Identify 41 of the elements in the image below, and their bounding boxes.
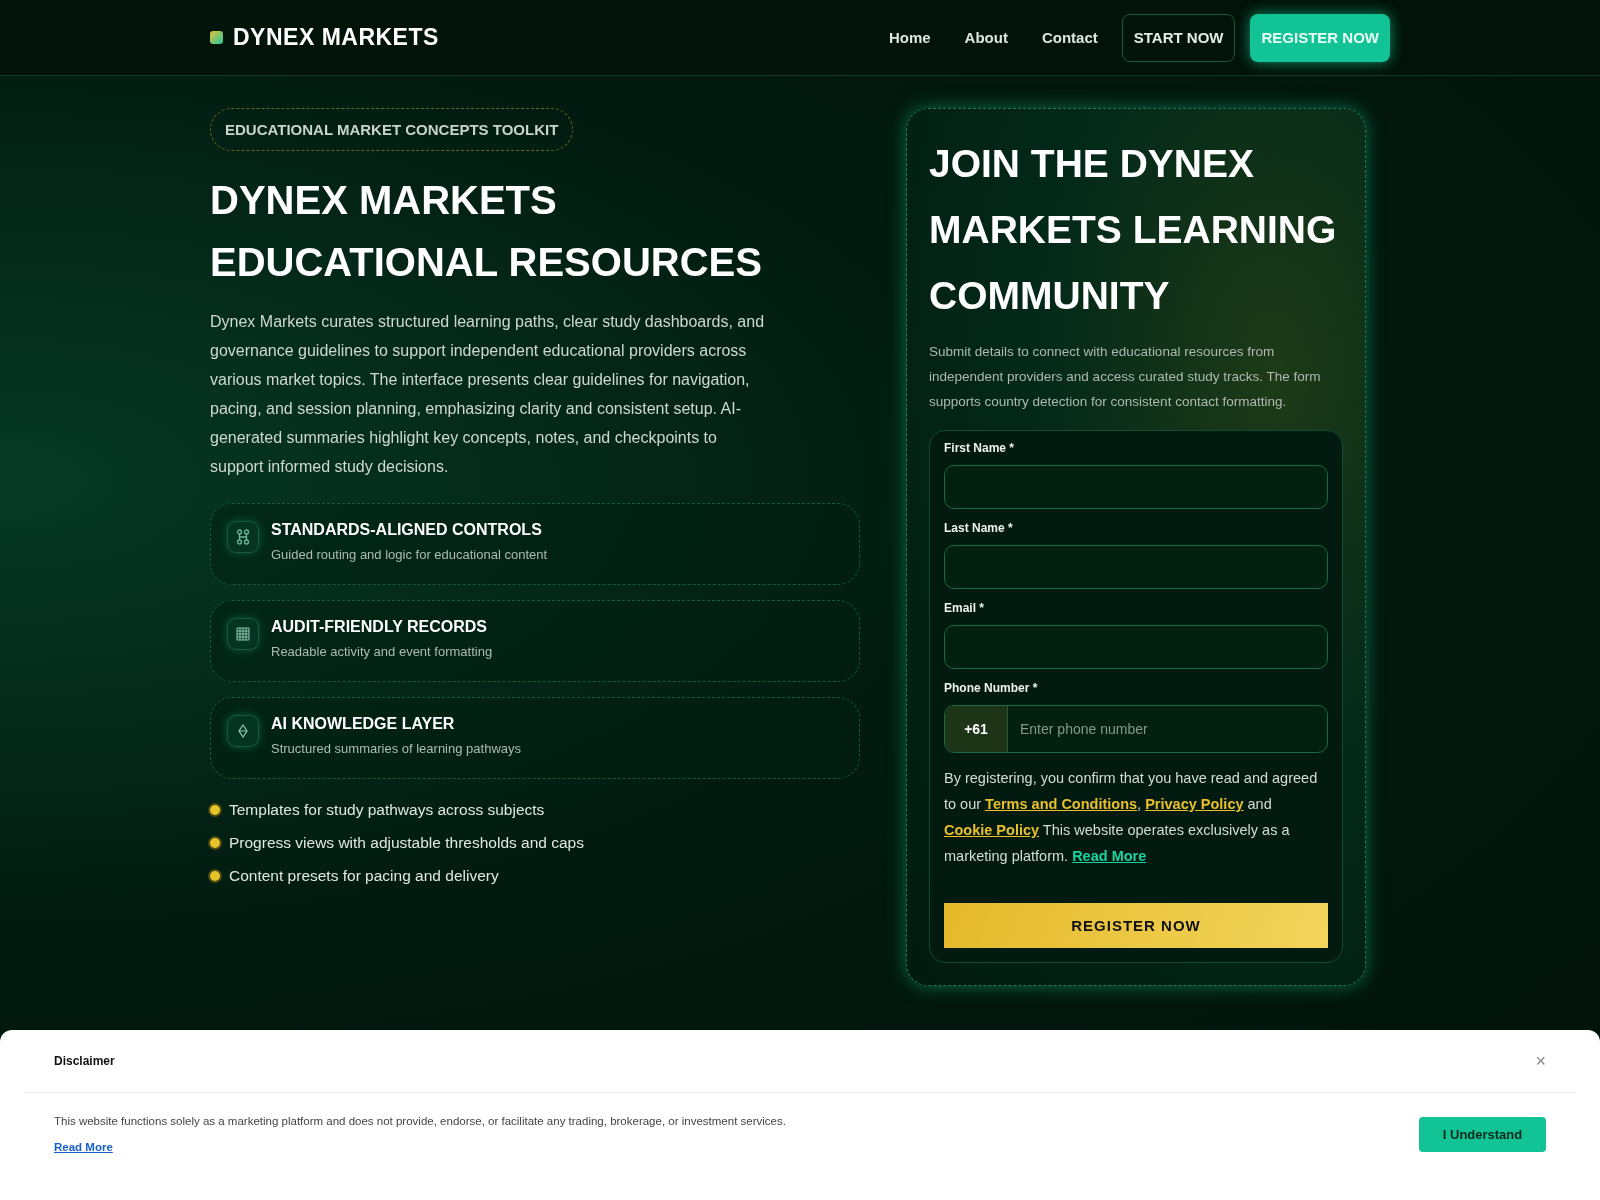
feature-icon [227, 618, 259, 650]
field-label: First Name * [944, 441, 1016, 455]
bullet-dot-icon [210, 871, 220, 881]
close-button[interactable]: × [1535, 1050, 1546, 1072]
feature-subtitle: Readable activity and event formatting [271, 644, 493, 659]
nav-link[interactable]: About [964, 29, 1008, 46]
read-more-link[interactable]: Read More [1072, 848, 1147, 864]
nav-link[interactable]: Contact [1041, 29, 1098, 46]
understand-button[interactable]: I Understand [1419, 1116, 1546, 1152]
cookie-link[interactable]: Cookie Policy [944, 822, 1040, 838]
signup-intro: Submit details to connect with educational resources from independent providers and access curated study tracks. The form supports country detection for consistent contact formatting. [929, 343, 1322, 411]
disclaimer-title: Disclaimer [54, 1054, 115, 1068]
hero-description: Dynex Markets curates structured learning paths, clear study dashboards, and governance guidelines to support independent educational providers across various market topics. The interface presents clear guidelines for navigation, pacing, and session planning, emphasizing clarity and consistent setup. AI-generated summaries highlight key concepts, notes, and checkpoints to support informed study decisions. [210, 312, 766, 477]
disclaimer-text: This website functions solely as a marketing platform and does not provide, endorse, or facilitate any trading, brokerage, or investment services. [54, 1115, 786, 1127]
signup-title: JOIN THE DYNEX MARKETS LEARNING COMMUNITY [929, 141, 1338, 319]
country-code[interactable]: +61 [945, 706, 1008, 752]
register-submit-button[interactable]: REGISTER NOW [944, 903, 1328, 948]
feature-icon [227, 715, 259, 747]
brand-name[interactable]: DYNEX MARKETS [233, 24, 439, 51]
feature-title: AI KNOWLEDGE LAYER [271, 715, 456, 733]
field-label: Last Name * [944, 521, 1014, 535]
feature-subtitle: Guided routing and logic for educational content [271, 547, 548, 562]
privacy-link[interactable]: Privacy Policy [1145, 796, 1244, 812]
bullet-text: Content presets for pacing and delivery [229, 867, 499, 885]
bullet-dot-icon [210, 838, 220, 848]
hero-title: DYNEX MARKETS EDUCATIONAL RESOURCES [210, 177, 763, 286]
feature-title: STANDARDS-ALIGNED CONTROLS [271, 521, 543, 539]
consent-text: By registering, you confirm that you have read and agreed to our Terms and Conditions, Privacy Policy and Cookie Policy This website operates exclusively as a marketing platform. Read More [944, 769, 1319, 866]
bullet-dot-icon [210, 805, 220, 815]
phone-field[interactable]: +61 Enter phone number [944, 705, 1328, 753]
feature-subtitle: Structured summaries of learning pathways [271, 741, 521, 756]
nav-link[interactable]: Home [888, 29, 931, 46]
feature-icon [227, 521, 259, 553]
logo-icon [210, 31, 223, 44]
field-label: Email * [944, 601, 986, 615]
read-more-link[interactable]: Read More [54, 1141, 113, 1153]
start-now-button[interactable]: START NOW [1121, 13, 1236, 62]
feature-title: AUDIT-FRIENDLY RECORDS [271, 618, 489, 636]
field-label: Phone Number * [944, 681, 1039, 695]
bullet-text: Progress views with adjustable thresholds and caps [229, 834, 584, 852]
bullet-text: Templates for study pathways across subjects [229, 801, 545, 819]
